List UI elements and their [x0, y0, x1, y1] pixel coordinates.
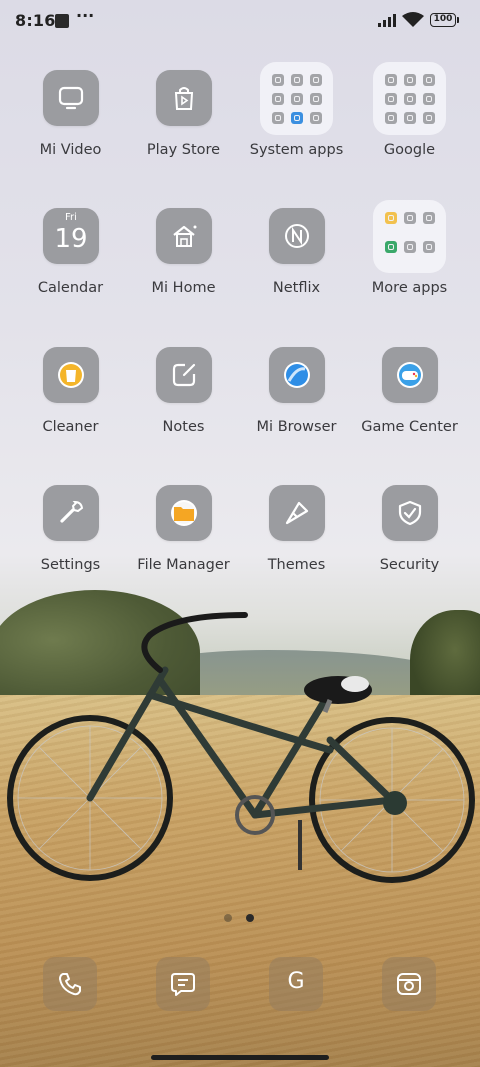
- app-calendar[interactable]: Fri 19 Calendar: [14, 208, 127, 328]
- more-notifications-icon: ···: [76, 6, 95, 25]
- app-label: Security: [379, 557, 440, 573]
- app-security[interactable]: Security: [353, 485, 466, 605]
- folder-google[interactable]: Google: [353, 62, 466, 190]
- app-file-manager[interactable]: File Manager: [127, 485, 240, 605]
- app-notes[interactable]: Notes: [127, 347, 240, 467]
- app-label: More apps: [371, 280, 448, 296]
- paintbrush-icon: [269, 485, 325, 541]
- wallpaper-bicycle: [7, 612, 475, 883]
- folder-more-apps[interactable]: More apps: [353, 200, 466, 328]
- folder-icon: [373, 200, 446, 273]
- home-screen: 8:16 ··· 100 Mi Video Play Store System …: [0, 0, 480, 1067]
- phone-icon: [59, 973, 81, 996]
- app-label: Google: [383, 142, 436, 158]
- folder-file-icon: [156, 485, 212, 541]
- signal-icon: [378, 14, 396, 27]
- tv-icon: [43, 70, 99, 126]
- folder-icon: [260, 62, 333, 135]
- dock-messages[interactable]: [156, 957, 210, 1011]
- app-mi-browser[interactable]: Mi Browser: [240, 347, 353, 467]
- gamepad-icon: [382, 347, 438, 403]
- shopping-bag-play-icon: [156, 70, 212, 126]
- gesture-bar[interactable]: [151, 1055, 329, 1060]
- app-label: Game Center: [361, 419, 458, 435]
- page-dot-active[interactable]: [246, 914, 254, 922]
- app-cleaner[interactable]: Cleaner: [14, 347, 127, 467]
- message-icon: [171, 973, 195, 996]
- battery-tip: [457, 17, 459, 23]
- notification-icon: [55, 14, 69, 28]
- dock-phone[interactable]: [43, 957, 97, 1011]
- wrench-icon: [43, 485, 99, 541]
- calendar-date: 19: [54, 224, 88, 254]
- page-indicator[interactable]: [224, 907, 268, 926]
- edit-note-icon: [156, 347, 212, 403]
- dock-camera[interactable]: [382, 957, 436, 1011]
- g-icon: G: [287, 969, 305, 994]
- globe-icon: [269, 347, 325, 403]
- shield-check-icon: [382, 485, 438, 541]
- app-game-center[interactable]: Game Center: [353, 347, 466, 467]
- trash-bin-icon: [43, 347, 99, 403]
- app-mi-home[interactable]: Mi Home: [127, 208, 240, 328]
- app-mi-video[interactable]: Mi Video: [14, 70, 127, 190]
- folder-icon: [373, 62, 446, 135]
- app-settings[interactable]: Settings: [14, 485, 127, 605]
- app-play-store[interactable]: Play Store: [127, 70, 240, 190]
- calendar-day: Fri: [65, 212, 77, 223]
- camera-icon: [397, 973, 421, 995]
- status-bar: 8:16 ··· 100: [0, 0, 480, 42]
- app-themes[interactable]: Themes: [240, 485, 353, 605]
- netflix-icon: [269, 208, 325, 264]
- calendar-icon: Fri 19: [43, 208, 99, 264]
- app-netflix[interactable]: Netflix: [240, 208, 353, 328]
- wifi-icon: [402, 12, 424, 27]
- battery-icon: 100: [430, 13, 456, 27]
- folder-system-apps[interactable]: System apps: [240, 62, 353, 190]
- page-dot[interactable]: [224, 914, 232, 922]
- clock: 8:16: [15, 11, 56, 30]
- home-icon: [156, 208, 212, 264]
- dock-google-search[interactable]: G: [269, 957, 323, 1011]
